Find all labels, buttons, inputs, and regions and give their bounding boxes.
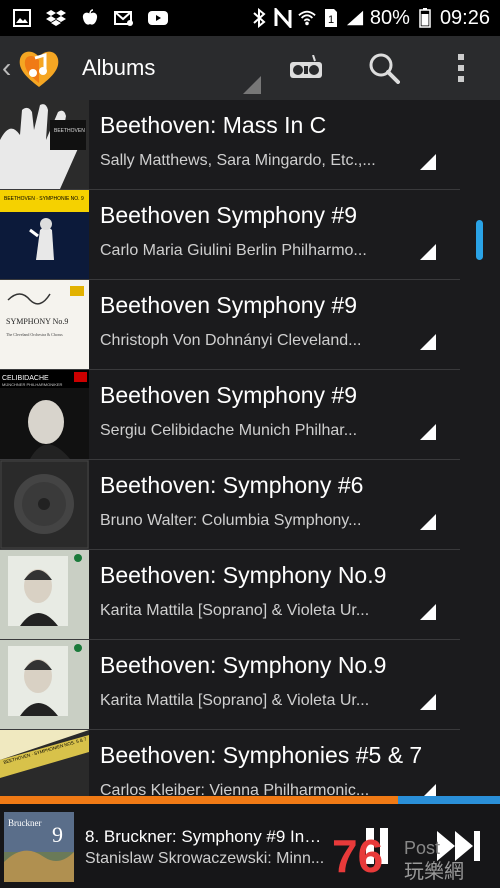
album-title: Beethoven Symphony #9 xyxy=(100,202,358,228)
svg-text:76: 76 xyxy=(332,830,383,882)
row-menu-triangle-icon[interactable] xyxy=(420,244,436,260)
sim-icon: 1 xyxy=(322,8,340,28)
svg-text:BEETHOVEN: BEETHOVEN xyxy=(54,128,85,134)
bluetooth-icon xyxy=(250,8,268,28)
svg-text:Bruckner: Bruckner xyxy=(8,818,42,828)
album-art: BEETHOVEN · SYMPHONIEN NOS. 5 & 7 xyxy=(0,730,89,796)
now-playing-artist: Stanislaw Skrowaczewski: Minn... xyxy=(85,850,325,867)
overflow-menu-icon[interactable] xyxy=(446,36,476,100)
svg-text:9: 9 xyxy=(52,822,63,847)
album-title: Beethoven Symphony #9 xyxy=(100,292,358,318)
album-title: Beethoven: Symphonies #5 & 7 xyxy=(100,742,423,768)
svg-text:SYMPHONY No.9: SYMPHONY No.9 xyxy=(6,317,68,326)
battery-icon xyxy=(416,8,434,28)
album-artist: Bruno Walter: Columbia Symphony... xyxy=(100,512,362,529)
back-chevron-icon[interactable]: ‹ xyxy=(2,54,16,82)
album-art: BEETHOVEN xyxy=(0,100,89,189)
app-logo-icon[interactable] xyxy=(16,45,62,91)
status-bar: 1 80% 09:26 xyxy=(0,0,500,36)
row-menu-triangle-icon[interactable] xyxy=(420,784,436,796)
row-menu-triangle-icon[interactable] xyxy=(420,514,436,530)
apple-icon xyxy=(80,8,100,28)
row-menu-triangle-icon[interactable] xyxy=(420,694,436,710)
row-menu-triangle-icon[interactable] xyxy=(420,424,436,440)
album-title: Beethoven Symphony #9 xyxy=(100,382,358,408)
svg-text:1: 1 xyxy=(328,14,334,26)
dropbox-icon xyxy=(46,8,66,28)
battery-percent: 80% xyxy=(369,6,410,29)
album-artist: Carlos Kleiber: Vienna Philharmonic... xyxy=(100,782,370,796)
nfc-icon xyxy=(274,8,292,28)
row-menu-triangle-icon[interactable] xyxy=(420,334,436,350)
album-artist: Karita Mattila [Soprano] & Violeta Ur... xyxy=(100,602,370,619)
signal-icon xyxy=(346,8,364,28)
watermark-logo: 76 Post 玩樂網 xyxy=(332,824,492,884)
gallery-icon xyxy=(12,8,32,28)
album-row[interactable]: BEETHOVEN Beethoven: Mass In C Sally Mat… xyxy=(0,100,460,190)
album-artist: Christoph Von Dohnányi Cleveland... xyxy=(100,332,362,349)
youtube-icon xyxy=(148,8,168,28)
album-row[interactable]: BEETHOVEN · SYMPHONIEN NOS. 5 & 7 Beetho… xyxy=(0,730,460,796)
album-art: BEETHOVEN · SYMPHONIE NO. 9 xyxy=(0,190,89,279)
album-art xyxy=(0,640,89,729)
svg-text:玩樂網: 玩樂網 xyxy=(404,859,464,883)
list-scrollbar[interactable] xyxy=(476,220,483,260)
row-menu-triangle-icon[interactable] xyxy=(420,154,436,170)
album-art: CELIBIDACHE MÜNCHNER PHILHARMONIKER xyxy=(0,370,89,459)
now-playing-title: 8. Bruckner: Symphony #9 In D... xyxy=(85,827,325,846)
album-artist: Sally Matthews, Sara Mingardo, Etc.,... xyxy=(100,152,376,169)
album-title: Beethoven: Symphony #6 xyxy=(100,472,364,498)
dropdown-corner-icon[interactable] xyxy=(243,76,261,94)
album-art: SYMPHONY No.9 The Cleveland Orchestra & … xyxy=(0,280,89,369)
album-row[interactable]: Beethoven: Symphony No.9 Karita Mattila … xyxy=(0,640,460,730)
album-row[interactable]: SYMPHONY No.9 The Cleveland Orchestra & … xyxy=(0,280,460,370)
album-artist: Sergiu Celibidache Munich Philhar... xyxy=(100,422,358,439)
album-row[interactable]: Beethoven: Symphony #6 Bruno Walter: Col… xyxy=(0,460,460,550)
clock: 09:26 xyxy=(439,6,490,29)
svg-text:CELIBIDACHE: CELIBIDACHE xyxy=(2,375,49,382)
search-icon[interactable] xyxy=(364,36,404,100)
svg-text:Post: Post xyxy=(404,838,440,858)
album-row[interactable]: CELIBIDACHE MÜNCHNER PHILHARMONIKER Beet… xyxy=(0,370,460,460)
playback-progress-bar[interactable] xyxy=(0,796,500,804)
album-row[interactable]: Beethoven: Symphony No.9 Karita Mattila … xyxy=(0,550,460,640)
album-title: Beethoven: Symphony No.9 xyxy=(100,652,387,678)
album-title: Beethoven: Mass In C xyxy=(100,112,327,138)
album-artist: Carlo Maria Giulini Berlin Philharmo... xyxy=(100,242,367,259)
album-title: Beethoven: Symphony No.9 xyxy=(100,562,387,588)
album-artist: Karita Mattila [Soprano] & Violeta Ur... xyxy=(100,692,370,709)
radio-icon[interactable] xyxy=(286,36,326,100)
email-icon xyxy=(114,8,134,28)
page-title: Albums xyxy=(82,55,156,80)
album-art xyxy=(0,550,89,639)
now-playing-art[interactable]: Bruckner 9 xyxy=(4,812,74,882)
row-menu-triangle-icon[interactable] xyxy=(420,604,436,620)
album-list[interactable]: BEETHOVEN Beethoven: Mass In C Sally Mat… xyxy=(0,100,500,796)
playback-progress-fill xyxy=(0,796,398,804)
svg-text:The Cleveland Orchestra & Chor: The Cleveland Orchestra & Chorus xyxy=(6,332,63,337)
album-row[interactable]: BEETHOVEN · SYMPHONIE NO. 9 Beethoven Sy… xyxy=(0,190,460,280)
svg-text:BEETHOVEN · SYMPHONIE NO. 9: BEETHOVEN · SYMPHONIE NO. 9 xyxy=(4,196,84,202)
wifi-icon xyxy=(298,8,316,28)
album-art xyxy=(0,460,89,549)
action-bar: ‹ Albums xyxy=(0,36,500,100)
svg-text:MÜNCHNER PHILHARMONIKER: MÜNCHNER PHILHARMONIKER xyxy=(2,382,63,387)
now-playing-bar[interactable]: Bruckner 9 8. Bruckner: Symphony #9 In D… xyxy=(0,804,500,888)
